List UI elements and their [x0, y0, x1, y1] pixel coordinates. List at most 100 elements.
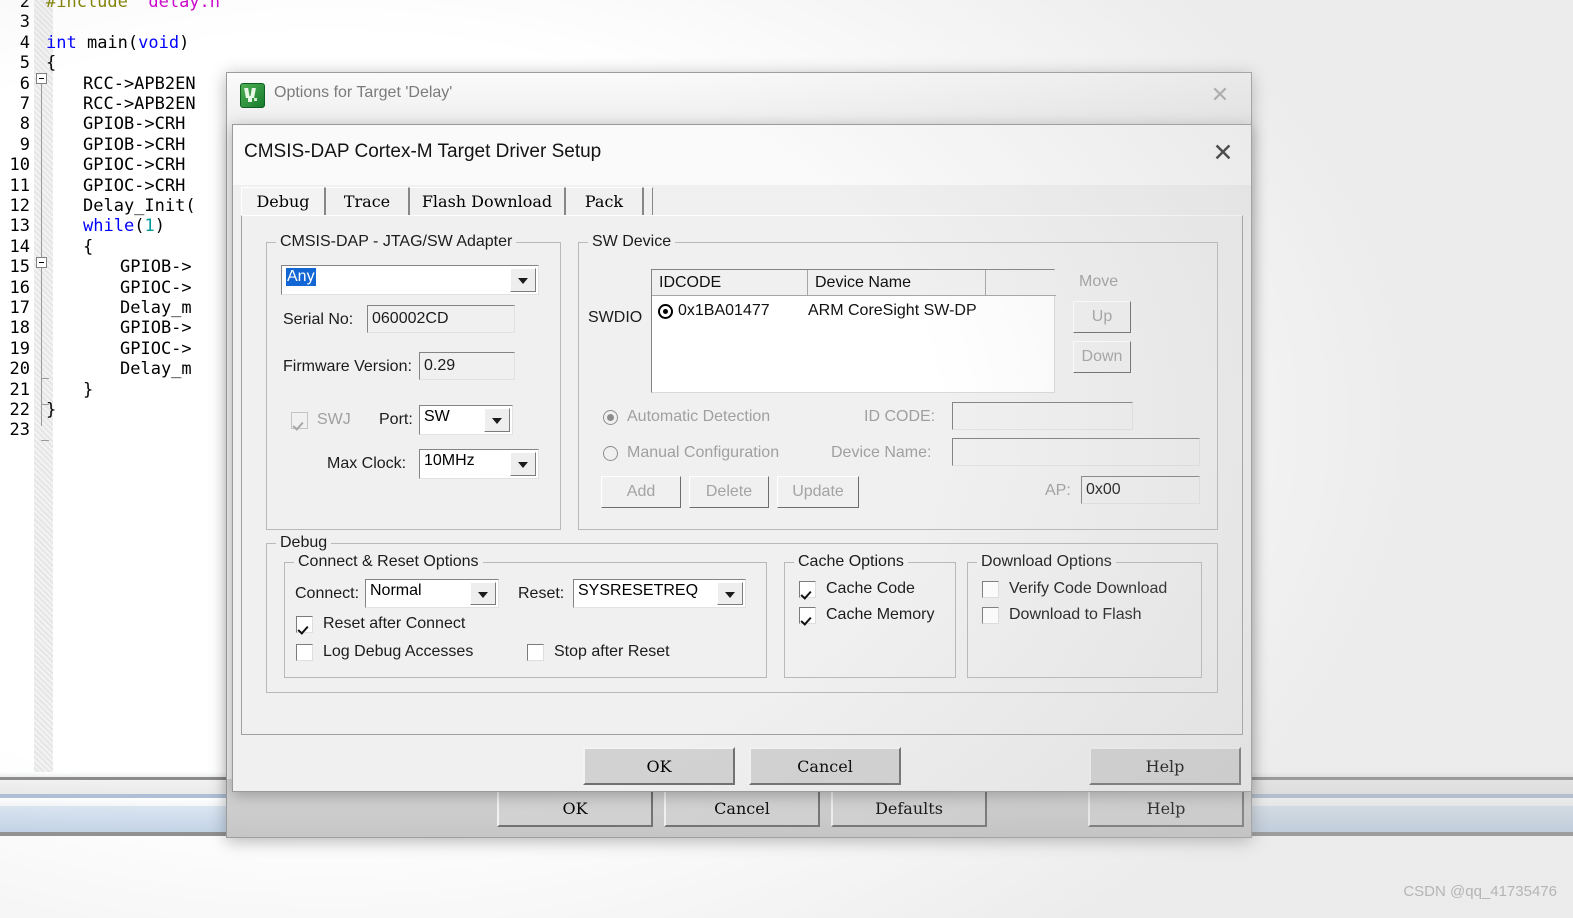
move-up-button[interactable]: Up — [1073, 301, 1131, 333]
debug-tab-panel: CMSIS-DAP - JTAG/SW Adapter Any Serial N… — [241, 215, 1243, 735]
device-list[interactable]: IDCODE Device Name 0x1BA01477 ARM CoreSi… — [651, 269, 1056, 393]
table-row[interactable]: 0x1BA01477 ARM CoreSight SW-DP — [652, 296, 1054, 326]
device-name-label: Device Name: — [831, 444, 932, 461]
log-debug-accesses-label: Log Debug Accesses — [323, 643, 474, 660]
connect-reset-options-group: Connect & Reset Options Connect: Normal … — [284, 553, 767, 678]
tab-flash-download[interactable]: Flash Download — [409, 187, 565, 217]
fold-line-main-end — [41, 404, 42, 426]
code-line: #include "delay.h" — [46, 0, 231, 12]
options-dialog-title: Options for Target 'Delay' — [274, 84, 453, 101]
ap-field: 0x00 — [1081, 476, 1200, 504]
update-button[interactable]: Update — [777, 476, 859, 508]
driver-cancel-button[interactable]: Cancel — [749, 747, 901, 785]
move-down-button[interactable]: Down — [1073, 341, 1131, 373]
line-number: 14 — [9, 236, 30, 257]
connect-reset-options-title: Connect & Reset Options — [294, 553, 483, 571]
add-button[interactable]: Add — [601, 476, 681, 508]
column-header-device-name[interactable]: Device Name — [808, 270, 986, 296]
line-number: 6 — [19, 73, 30, 94]
tab-trace[interactable]: Trace — [325, 187, 409, 217]
column-header-extra[interactable] — [986, 270, 1056, 296]
line-number: 4 — [19, 32, 30, 53]
fold-marker-while[interactable] — [36, 257, 47, 268]
code-line: } — [46, 400, 57, 420]
max-clock-select[interactable]: 10MHz — [419, 449, 539, 479]
move-label: Move — [1079, 273, 1119, 290]
sw-device-group: SW Device SWDIO IDCODE Device Name 0x1BA… — [578, 233, 1218, 530]
stop-after-reset-label: Stop after Reset — [554, 643, 670, 660]
tab-pack[interactable]: Pack — [565, 187, 643, 217]
verify-code-download-checkbox[interactable] — [982, 581, 999, 598]
swdio-label: SWDIO — [588, 309, 643, 326]
reset-select[interactable]: SYSRESETREQ — [573, 579, 746, 608]
chevron-down-icon[interactable] — [717, 582, 743, 605]
cache-memory-checkbox[interactable] — [799, 607, 816, 624]
code-line: GPIOB-> — [120, 257, 192, 278]
stop-after-reset-checkbox[interactable] — [527, 644, 544, 661]
options-cancel-button[interactable]: Cancel — [664, 789, 820, 827]
port-select[interactable]: SW — [419, 405, 513, 435]
driver-dialog-header: CMSIS-DAP Cortex-M Target Driver Setup ✕ — [233, 125, 1251, 185]
close-icon[interactable]: ✕ — [1205, 137, 1241, 171]
cache-code-label: Cache Code — [826, 580, 915, 597]
port-label: Port: — [379, 411, 413, 428]
log-debug-accesses-checkbox[interactable] — [296, 644, 313, 661]
code-line: GPIOB->CRH — [83, 134, 186, 155]
code-line: Delay_Init( — [83, 196, 196, 216]
sw-device-group-title: SW Device — [588, 233, 676, 251]
close-icon[interactable]: ✕ — [1197, 77, 1243, 113]
line-number: 5 — [19, 53, 30, 74]
adapter-group-title: CMSIS-DAP - JTAG/SW Adapter — [276, 233, 517, 251]
options-ok-button[interactable]: OK — [497, 789, 653, 827]
tab-debug[interactable]: Debug — [241, 187, 325, 217]
connect-select-value: Normal — [370, 582, 422, 599]
column-header-idcode[interactable]: IDCODE — [652, 270, 808, 296]
download-to-flash-checkbox[interactable] — [982, 607, 999, 624]
automatic-detection-radio[interactable] — [603, 410, 618, 425]
options-dialog-titlebar[interactable]: Options for Target 'Delay' ✕ — [227, 73, 1251, 118]
driver-help-button[interactable]: Help — [1089, 747, 1241, 785]
driver-dialog-title: CMSIS-DAP Cortex-M Target Driver Setup — [244, 141, 602, 162]
options-help-button[interactable]: Help — [1088, 789, 1244, 827]
code-line: Delay_m — [120, 298, 192, 318]
cache-code-checkbox[interactable] — [799, 581, 816, 598]
line-number: 16 — [9, 277, 30, 298]
connect-select[interactable]: Normal — [365, 579, 499, 608]
device-row-radio[interactable] — [658, 304, 673, 319]
code-line: GPIOC->CRH — [83, 155, 186, 176]
device-name-field — [952, 438, 1200, 466]
reset-after-connect-label: Reset after Connect — [323, 615, 466, 632]
code-line: while(1) — [83, 216, 165, 237]
adapter-select[interactable]: Any — [281, 265, 539, 295]
device-name-cell: ARM CoreSight SW-DP — [808, 302, 977, 319]
verify-code-download-label: Verify Code Download — [1009, 580, 1168, 597]
id-code-field — [952, 402, 1133, 430]
line-number: 11 — [9, 175, 30, 196]
keil-uvision-icon — [240, 83, 265, 108]
delete-button[interactable]: Delete — [689, 476, 769, 508]
download-to-flash-label: Download to Flash — [1009, 606, 1142, 623]
chevron-down-icon[interactable] — [484, 408, 510, 432]
driver-dialog-body: Debug Trace Flash Download Pack CMSIS-DA… — [233, 185, 1251, 791]
firmware-version-field: 0.29 — [419, 352, 515, 380]
fold-tick-main-close — [41, 440, 49, 441]
line-number: 23 — [9, 420, 30, 441]
reset-after-connect-checkbox[interactable] — [296, 616, 313, 633]
fold-marker-main[interactable] — [36, 73, 47, 84]
fold-line-while — [41, 268, 42, 378]
port-select-value: SW — [424, 408, 450, 425]
watermark: CSDN @qq_41735476 — [1403, 883, 1557, 900]
options-defaults-button[interactable]: Defaults — [831, 789, 987, 827]
code-line: { — [46, 53, 57, 74]
chevron-down-icon[interactable] — [510, 452, 536, 476]
cache-options-title: Cache Options — [794, 553, 908, 571]
chevron-down-icon[interactable] — [470, 582, 496, 605]
cache-memory-label: Cache Memory — [826, 606, 935, 623]
manual-configuration-radio[interactable] — [603, 446, 618, 461]
chevron-down-icon[interactable] — [510, 268, 536, 292]
driver-ok-button[interactable]: OK — [583, 747, 735, 785]
debug-group-title: Debug — [276, 534, 332, 552]
ap-label: AP: — [1045, 482, 1071, 499]
id-code-label: ID CODE: — [864, 408, 936, 425]
tab-filler — [643, 187, 653, 217]
